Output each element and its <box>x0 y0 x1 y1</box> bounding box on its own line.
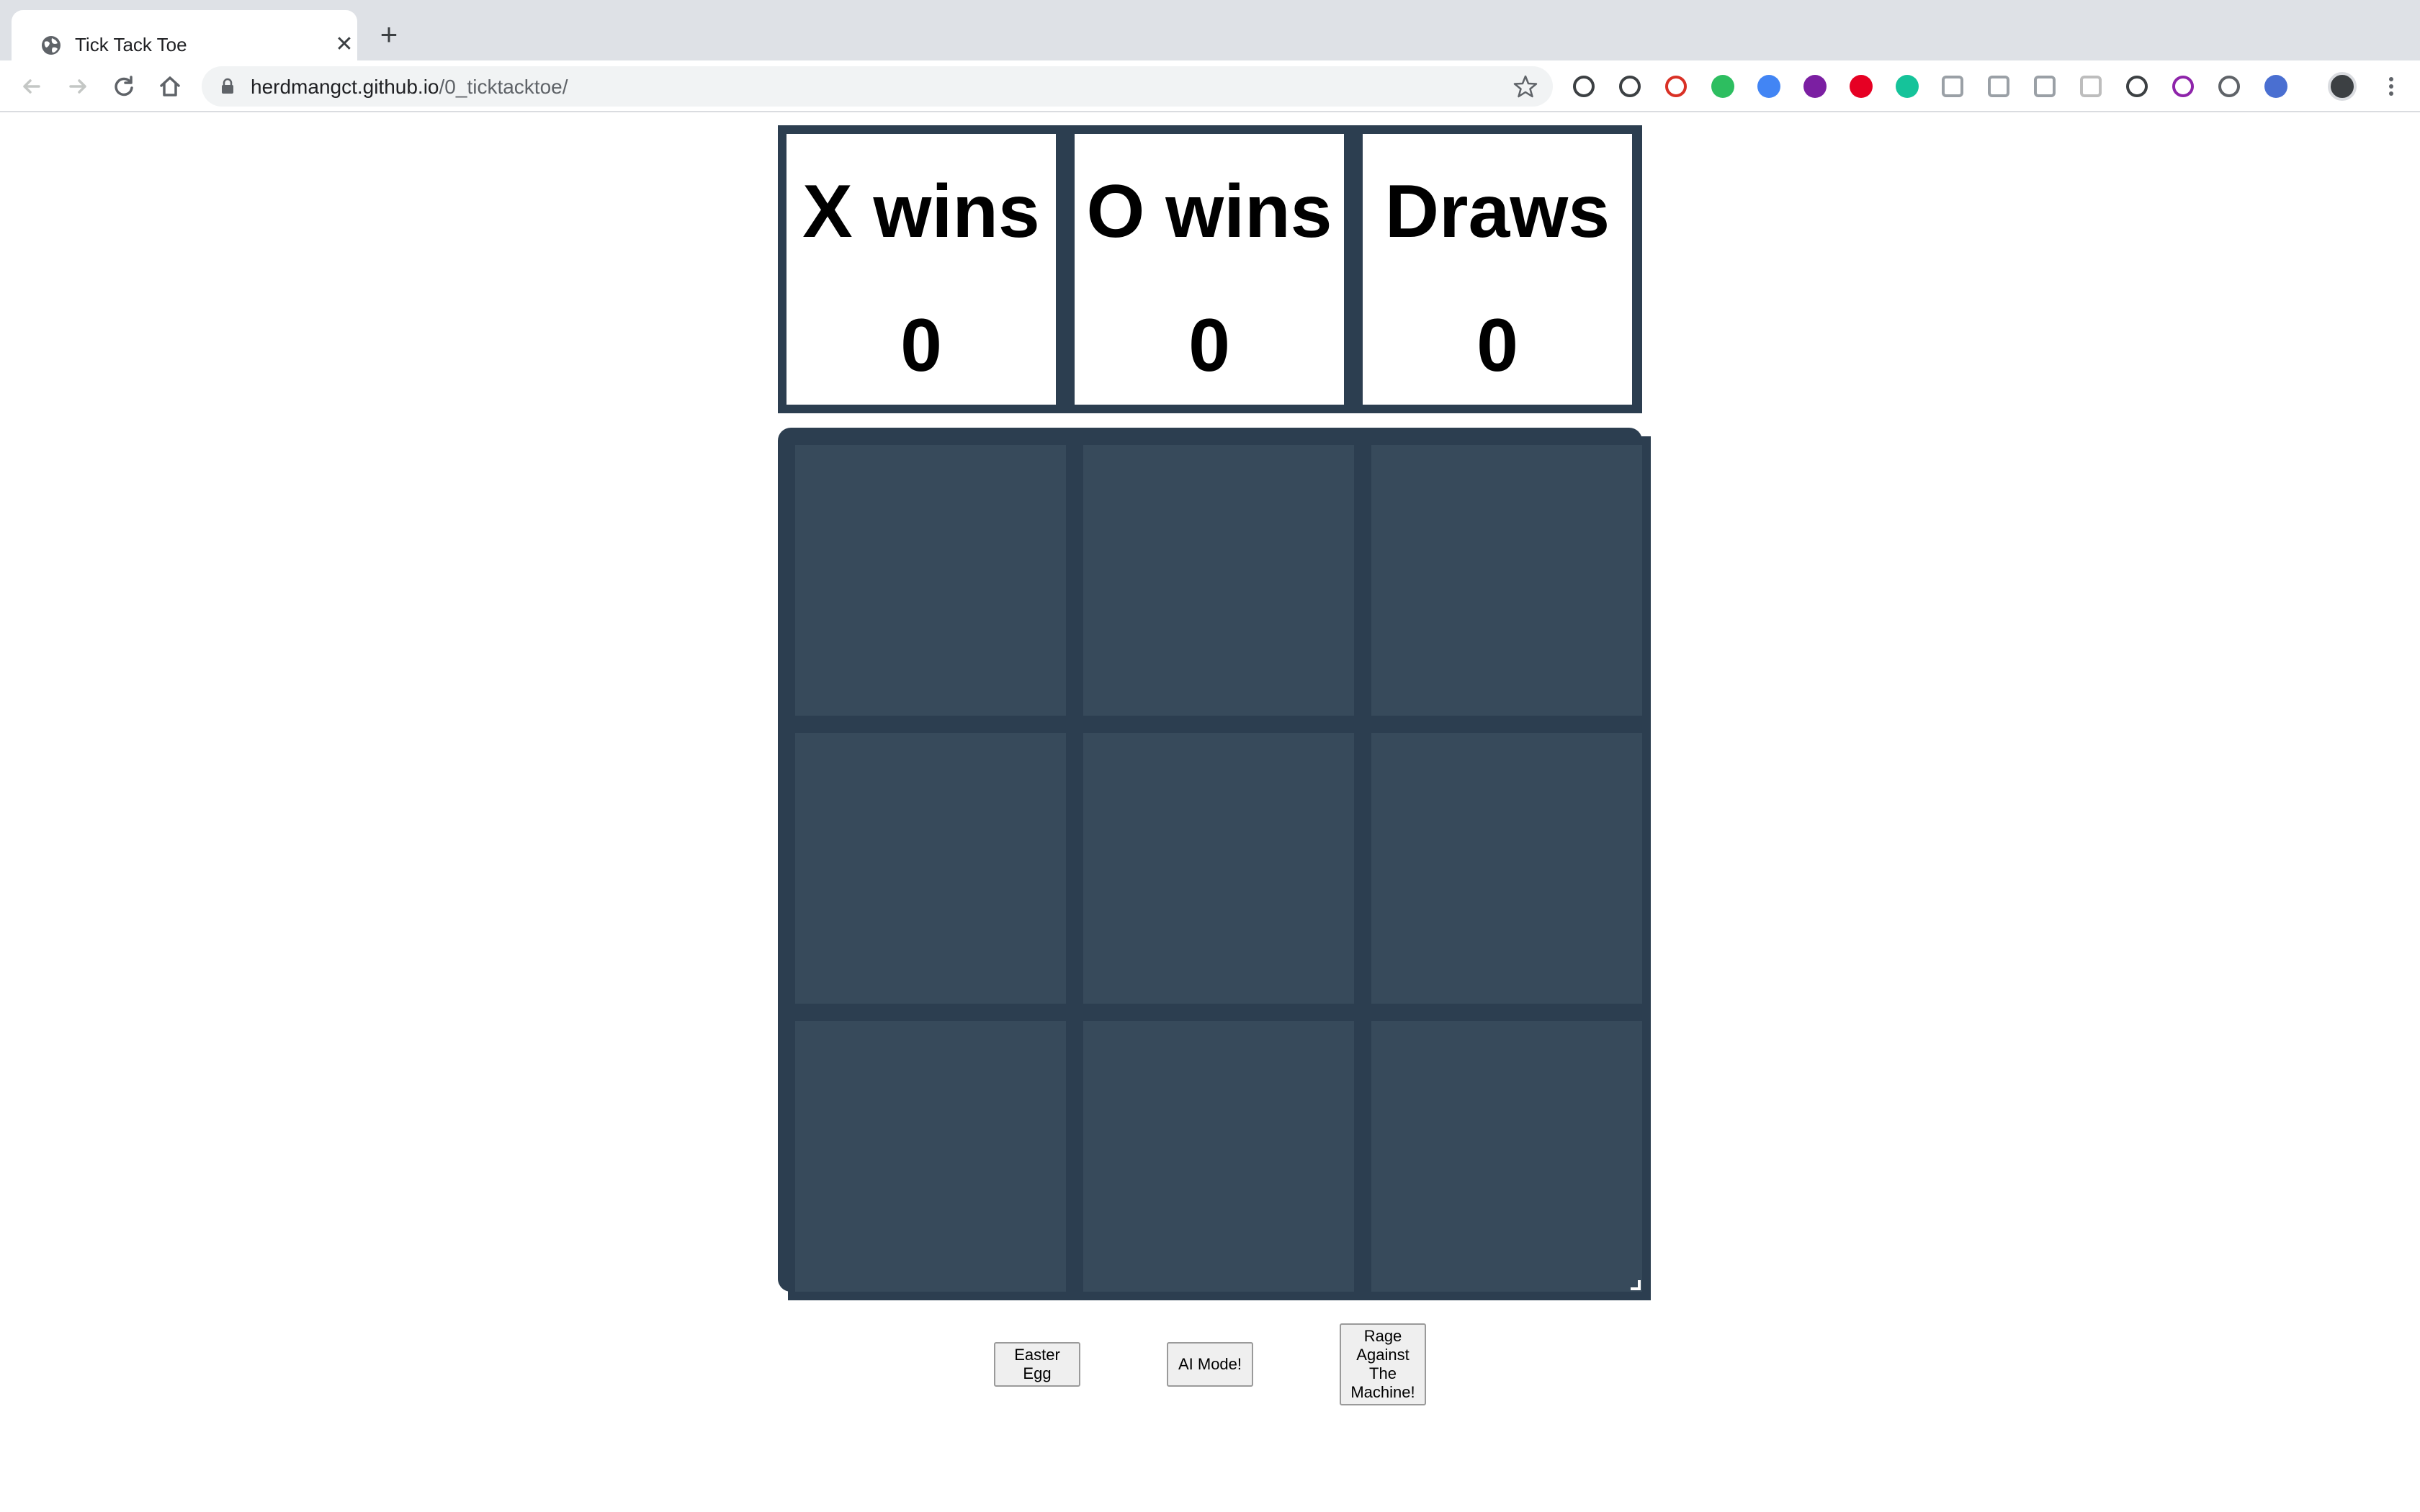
grid-icon[interactable] <box>1942 76 1963 97</box>
score-value: 0 <box>900 304 942 387</box>
s-icon[interactable] <box>1757 75 1780 98</box>
url-text: herdmangct.github.io/0_ticktacktoe/ <box>251 76 568 99</box>
pinterest-icon[interactable] <box>1850 75 1873 98</box>
address-bar[interactable]: herdmangct.github.io/0_ticktacktoe/ <box>202 66 1553 107</box>
clipboard-icon[interactable] <box>1665 76 1687 97</box>
home-icon[interactable] <box>156 72 184 101</box>
translate-icon[interactable] <box>2264 75 2287 98</box>
score-value: 0 <box>1188 304 1230 387</box>
board-cell-2[interactable] <box>1083 445 1354 716</box>
board-cell-3[interactable] <box>1371 445 1642 716</box>
browser-tab[interactable]: Tick Tack Toe ✕ <box>12 10 357 60</box>
evernote-icon[interactable] <box>1711 75 1734 98</box>
camera-icon[interactable] <box>2034 76 2056 97</box>
board-cell-8[interactable] <box>1083 1021 1354 1292</box>
ai-mode-label: AI Mode! <box>1178 1355 1242 1373</box>
board-cell-6[interactable] <box>1371 733 1642 1004</box>
forward-arrow-icon[interactable] <box>63 72 92 101</box>
score-x-wins: X wins 0 <box>786 134 1056 405</box>
ellipsis-circle-icon[interactable] <box>2126 76 2148 97</box>
back-arrow-icon[interactable] <box>17 72 46 101</box>
easter-egg-button[interactable]: Easter Egg <box>994 1342 1080 1387</box>
new-tab-button[interactable]: + <box>375 19 403 50</box>
score-label: Draws <box>1384 170 1610 253</box>
board-cell-4[interactable] <box>795 733 1066 1004</box>
avatar[interactable] <box>2328 72 2357 101</box>
reload-icon[interactable] <box>109 72 138 101</box>
rocket-icon[interactable] <box>1573 76 1595 97</box>
ai-mode-button[interactable]: AI Mode! <box>1167 1342 1253 1387</box>
board-cell-9[interactable] <box>1371 1021 1642 1292</box>
score-draws: Draws 0 <box>1363 134 1632 405</box>
c-icon[interactable] <box>1803 75 1827 98</box>
score-label: X wins <box>802 170 1040 253</box>
url-path: /0_ticktacktoe/ <box>439 76 568 98</box>
lock-icon[interactable] <box>219 78 236 95</box>
game-board <box>778 428 1642 1292</box>
score-label: O wins <box>1086 170 1332 253</box>
magnifier-icon[interactable] <box>1619 76 1641 97</box>
rage-against-the-machine-button[interactable]: Rage Against The Machine! <box>1340 1323 1426 1405</box>
tab-title: Tick Tack Toe <box>75 34 187 55</box>
grammarly-icon[interactable] <box>1896 75 1919 98</box>
link-icon[interactable] <box>2218 76 2240 97</box>
resize-handle-icon <box>1631 1280 1641 1290</box>
cast-icon[interactable] <box>1988 76 2009 97</box>
globe-icon <box>42 36 60 55</box>
score-value: 0 <box>1476 304 1518 387</box>
scoreboard: X wins 0 O wins 0 Draws 0 <box>778 125 1642 413</box>
browser-toolbar: herdmangct.github.io/0_ticktacktoe/ <box>0 60 2420 112</box>
rage-label: Rage Against The Machine! <box>1350 1327 1415 1401</box>
board-cell-5[interactable] <box>1083 733 1354 1004</box>
easter-egg-label: Easter Egg <box>1014 1346 1060 1382</box>
url-host: herdmangct.github.io <box>251 76 439 98</box>
qr-icon[interactable] <box>2080 76 2102 97</box>
board-cell-1[interactable] <box>795 445 1066 716</box>
bookmark-star-icon[interactable] <box>1512 73 1538 99</box>
close-tab-icon[interactable]: ✕ <box>331 32 357 58</box>
score-o-wins: O wins 0 <box>1075 134 1344 405</box>
chat-icon[interactable] <box>2172 76 2194 97</box>
board-cell-7[interactable] <box>795 1021 1066 1292</box>
browser-tab-strip: Tick Tack Toe ✕ + <box>0 0 2420 60</box>
menu-dots-icon[interactable] <box>2377 72 2406 101</box>
